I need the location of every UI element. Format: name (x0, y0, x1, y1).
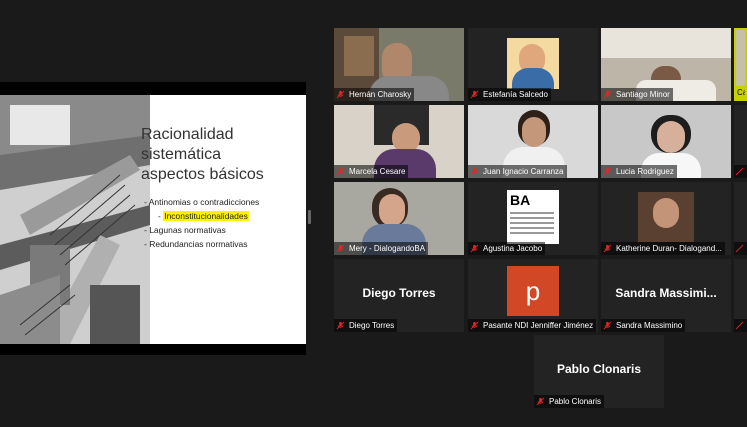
slide-title: Racionalidad sistemática aspectos básico… (141, 126, 264, 183)
participant-name: Ca (737, 88, 747, 97)
ba-logo: BA (507, 190, 559, 244)
mic-muted-icon (735, 167, 744, 176)
slide-bullets: - Antinomias o contradicciones - Inconst… (144, 195, 259, 251)
mic-muted-icon (735, 244, 744, 253)
participant-name: Agustina Jacobo (483, 244, 543, 253)
shared-screen: Racionalidad sistemática aspectos básico… (0, 82, 306, 355)
mic-muted-icon (336, 321, 345, 330)
participant-tile[interactable]: Ca (734, 28, 747, 101)
participant-name: Estefanía Salcedo (483, 90, 548, 99)
participant-tile[interactable]: Pablo Clonaris Pablo Clonaris (534, 335, 664, 408)
participant-tile[interactable]: Santiago Minor (601, 28, 731, 101)
mic-muted-icon (735, 321, 744, 330)
participant-tile[interactable] (734, 259, 747, 332)
mic-muted-icon (603, 244, 612, 253)
participant-tile[interactable]: BA Agustina Jacobo (468, 182, 598, 255)
participant-tile[interactable]: p Pasante NDI Jenniffer Jiménez (468, 259, 598, 332)
mic-muted-icon (470, 244, 479, 253)
mic-muted-icon (470, 321, 479, 330)
participant-name: Pablo Clonaris (549, 397, 602, 406)
participant-name: Lucia Rodriguez (616, 167, 674, 176)
presentation-slide: Racionalidad sistemática aspectos básico… (0, 95, 306, 344)
participant-tile[interactable] (734, 105, 747, 178)
participant-name: Diego Torres (349, 321, 395, 330)
participant-name: Juan Ignacio Carranza (483, 167, 564, 176)
participant-name: Hernán Charosky (349, 90, 412, 99)
mic-muted-icon (470, 90, 479, 99)
split-divider[interactable] (308, 210, 311, 224)
bullet-item: - Antinomias o contradicciones (144, 197, 260, 207)
participant-tile[interactable]: Marcela Cesare (334, 105, 464, 178)
participant-tile[interactable]: Lucia Rodriguez (601, 105, 731, 178)
mic-muted-icon (603, 90, 612, 99)
participant-tile[interactable] (734, 182, 747, 255)
participant-name: Katherine Duran- Dialogand... (616, 244, 722, 253)
powerpoint-icon: p (507, 266, 559, 316)
participant-tile[interactable]: Hernán Charosky (334, 28, 464, 101)
mic-muted-icon (536, 397, 545, 406)
mic-muted-icon (336, 167, 345, 176)
bullet-item: - Lagunas normativas (144, 225, 226, 235)
mic-muted-icon (336, 244, 345, 253)
mic-muted-icon (603, 321, 612, 330)
mic-muted-icon (336, 90, 345, 99)
bullet-subitem: - Inconstitucionalidades (158, 211, 249, 221)
participant-name: Pasante NDI Jenniffer Jiménez (483, 321, 594, 330)
participant-tile[interactable]: Diego Torres Diego Torres (334, 259, 464, 332)
participant-display-name: Pablo Clonaris (556, 362, 642, 376)
participant-name: Marcela Cesare (349, 167, 406, 176)
bullet-item: - Redundancias normativas (144, 239, 248, 249)
participant-tile[interactable]: Sandra Massimi... Sandra Massimino (601, 259, 731, 332)
mic-muted-icon (603, 167, 612, 176)
participant-tile[interactable]: Juan Ignacio Carranza (468, 105, 598, 178)
participant-name: Sandra Massimino (616, 321, 683, 330)
participant-name: Mery - DialogandoBA (349, 244, 426, 253)
participant-name: Santiago Minor (616, 90, 670, 99)
participant-display-name: Sandra Massimi... (615, 286, 717, 300)
participant-display-name: Diego Torres (362, 286, 436, 300)
participant-tile[interactable]: Mery - DialogandoBA (334, 182, 464, 255)
escher-artwork (0, 95, 150, 344)
participant-tile[interactable]: Katherine Duran- Dialogand... (601, 182, 731, 255)
mic-muted-icon (470, 167, 479, 176)
participant-tile[interactable]: Estefanía Salcedo (468, 28, 598, 101)
